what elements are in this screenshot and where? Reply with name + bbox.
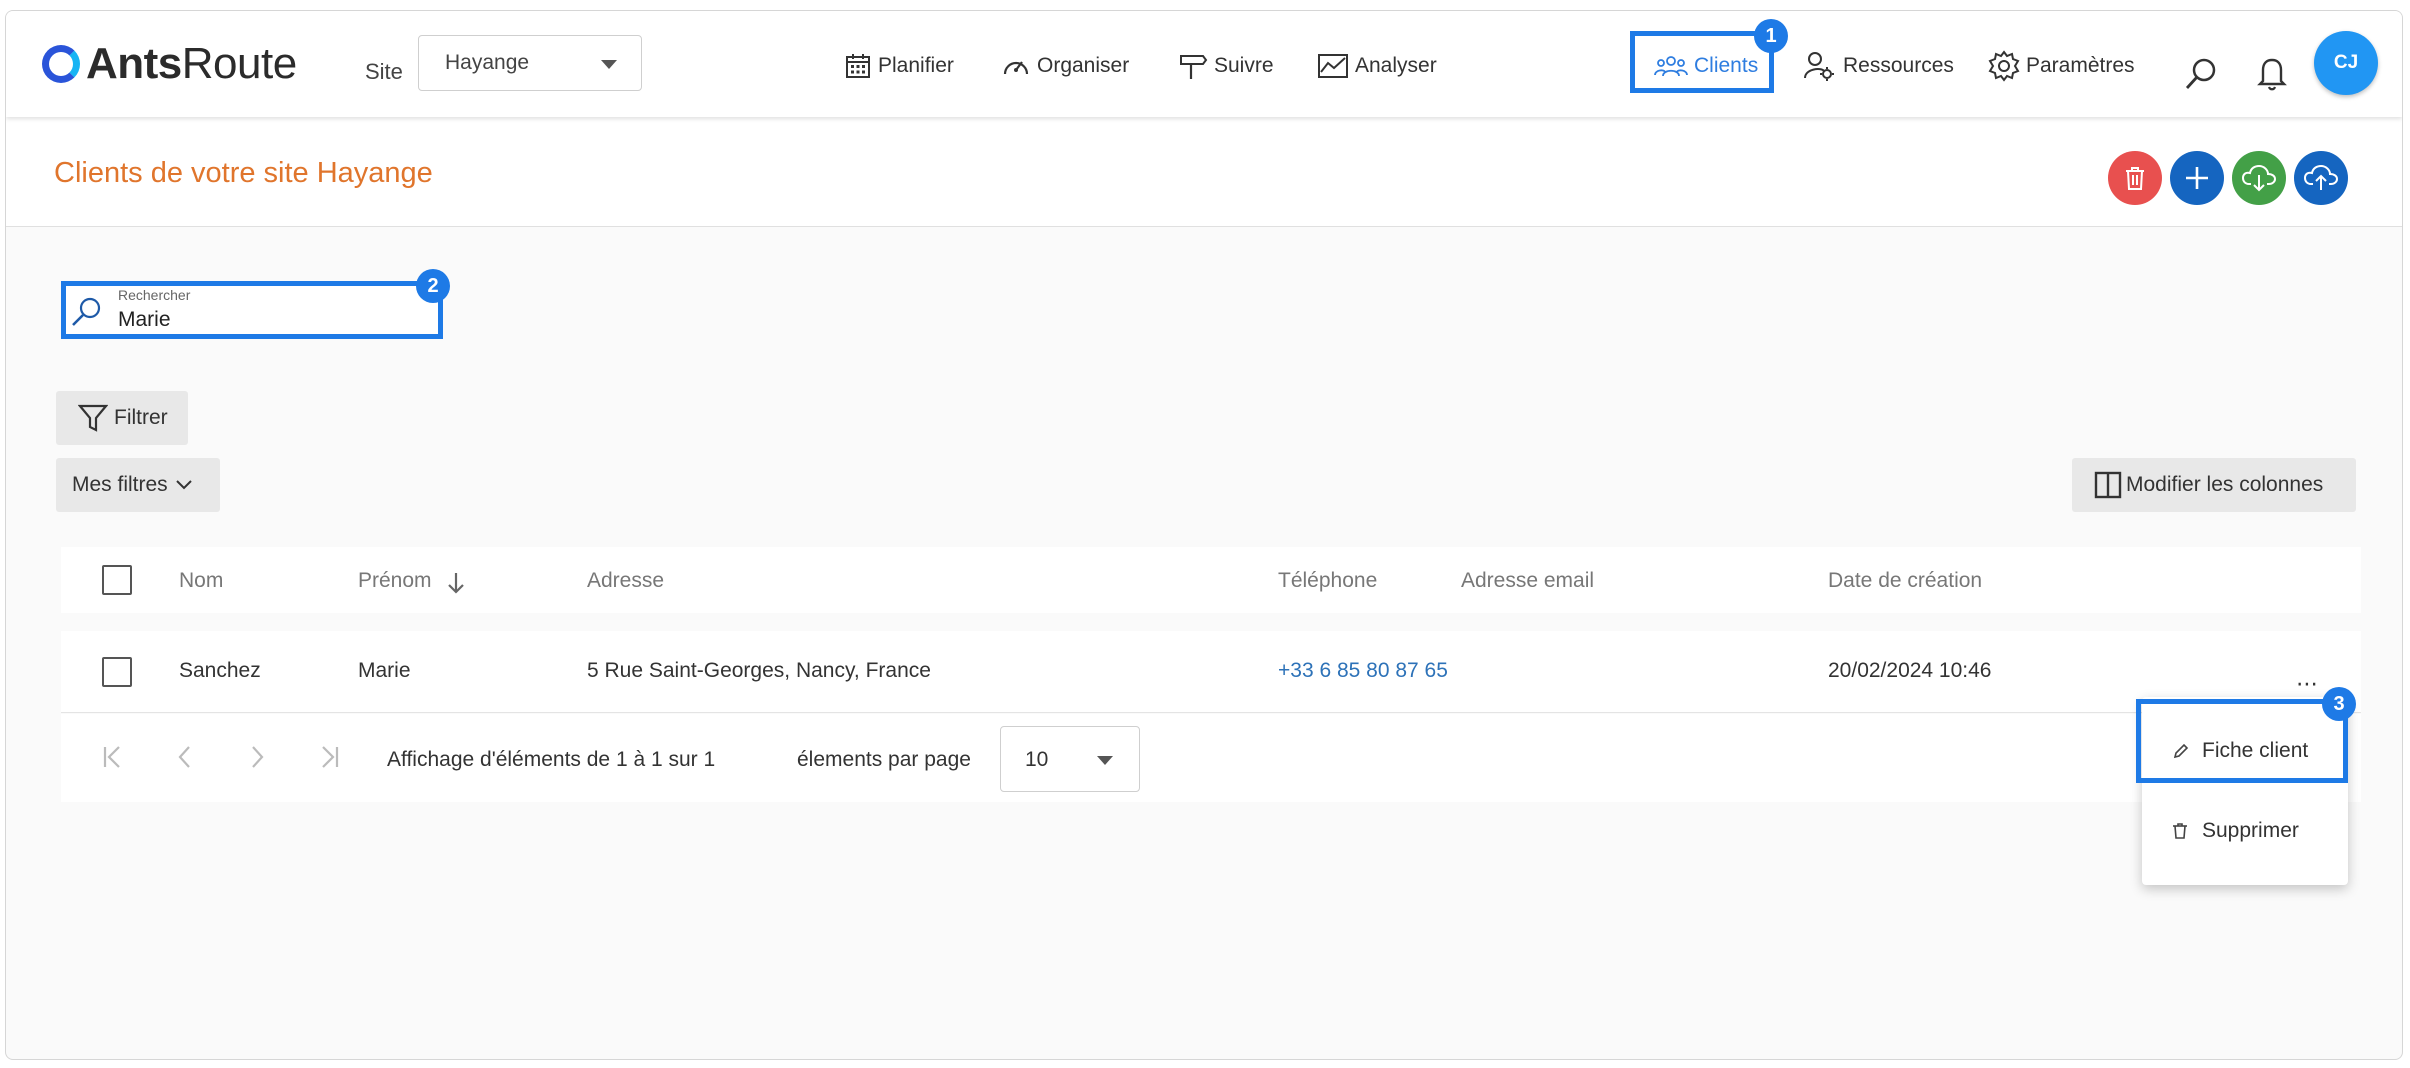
menu-item-supprimer-label: Supprimer — [2202, 819, 2299, 842]
filter-button[interactable]: Filtrer — [56, 391, 188, 445]
calendar-icon — [846, 54, 870, 78]
nav-suivre-label: Suivre — [1214, 54, 1274, 77]
column-header-nom[interactable]: Nom — [179, 569, 223, 593]
signpost-icon — [1180, 55, 1208, 79]
nav-parametres-label: Paramètres — [2026, 54, 2135, 77]
site-label: Site — [365, 59, 403, 84]
row-checkbox[interactable] — [102, 657, 132, 687]
my-filters-button[interactable]: Mes filtres — [56, 458, 220, 512]
add-client-button[interactable] — [2170, 151, 2224, 205]
bell-icon[interactable] — [2257, 55, 2287, 91]
pagination-bar: Affichage d'éléments de 1 à 1 sur 1 élem… — [61, 714, 2361, 802]
trash-icon — [2173, 823, 2187, 839]
cell-adresse: 5 Rue Saint-Georges, Nancy, France — [587, 659, 931, 682]
first-page-icon[interactable] — [99, 744, 127, 770]
arrow-down-icon[interactable] — [446, 571, 466, 595]
top-navbar: AntsRoute Site Hayange Planifier Organis… — [6, 11, 2402, 117]
cell-telephone[interactable]: +33 6 85 80 87 65 — [1278, 659, 1448, 683]
gear-icon — [1988, 50, 2020, 82]
previous-page-icon[interactable] — [175, 744, 195, 770]
search-icon — [72, 297, 101, 326]
highlight-fiche-client — [2136, 699, 2348, 783]
search-field[interactable]: Rechercher Marie — [61, 281, 443, 339]
chart-line-icon — [1318, 54, 1348, 78]
my-filters-label: Mes filtres — [72, 473, 168, 496]
search-label: Rechercher — [118, 287, 191, 303]
logo-icon — [42, 45, 80, 83]
nav-organiser-label: Organiser — [1037, 54, 1130, 77]
user-gear-icon — [1804, 52, 1834, 81]
per-page-label: élements par page — [797, 748, 971, 771]
step-badge-3: 3 — [2322, 687, 2356, 721]
nav-analyser[interactable]: Analyser — [1317, 51, 1437, 81]
caret-down-icon — [601, 60, 617, 69]
chevron-down-icon — [175, 480, 192, 490]
column-header-telephone[interactable]: Téléphone — [1278, 569, 1377, 593]
logo-light: Route — [181, 39, 297, 88]
columns-icon — [2094, 471, 2122, 499]
search-icon[interactable] — [2184, 57, 2218, 91]
site-select[interactable]: Hayange — [418, 35, 642, 91]
select-all-checkbox[interactable] — [102, 565, 132, 595]
funnel-icon — [78, 404, 108, 432]
nav-planifier-label: Planifier — [878, 54, 954, 77]
logo[interactable]: AntsRoute — [42, 39, 297, 89]
next-page-icon[interactable] — [247, 744, 267, 770]
gauge-icon — [1003, 61, 1029, 75]
step-badge-2: 2 — [416, 269, 450, 303]
column-header-email[interactable]: Adresse email — [1461, 569, 1594, 593]
menu-item-supprimer[interactable]: Supprimer — [2142, 793, 2348, 869]
cell-nom: Sanchez — [179, 659, 261, 682]
edit-columns-label: Modifier les colonnes — [2126, 473, 2324, 496]
per-page-select[interactable]: 10 — [1000, 726, 1140, 792]
cloud-upload-icon — [2304, 164, 2338, 190]
export-button[interactable] — [2294, 151, 2348, 205]
app-window: AntsRoute Site Hayange Planifier Organis… — [5, 10, 2403, 1060]
cell-date: 20/02/2024 10:46 — [1828, 659, 1992, 682]
highlight-clients — [1630, 31, 1774, 93]
page-title: Clients de votre site Hayange — [54, 157, 433, 189]
table-row[interactable]: Sanchez Marie 5 Rue Saint-Georges, Nancy… — [61, 631, 2361, 713]
last-page-icon[interactable] — [315, 744, 343, 770]
delete-button[interactable] — [2108, 151, 2162, 205]
nav-organiser[interactable]: Organiser — [1001, 51, 1129, 81]
page-header: Clients de votre site Hayange — [6, 117, 2402, 227]
table-header: Nom Prénom Adresse Téléphone Adresse ema… — [61, 547, 2361, 613]
step-badge-1: 1 — [1754, 19, 1788, 53]
edit-columns-button[interactable]: Modifier les colonnes — [2072, 458, 2356, 512]
import-button[interactable] — [2232, 151, 2286, 205]
column-header-prenom[interactable]: Prénom — [358, 569, 432, 593]
nav-parametres[interactable]: Paramètres — [1988, 50, 2135, 82]
nav-suivre[interactable]: Suivre — [1178, 51, 1274, 81]
trash-icon — [2126, 167, 2144, 190]
plus-icon — [2186, 167, 2208, 189]
per-page-value: 10 — [1025, 748, 1049, 771]
cell-prenom: Marie — [358, 659, 411, 682]
caret-down-icon — [1097, 756, 1113, 765]
column-header-adresse[interactable]: Adresse — [587, 569, 664, 593]
column-header-date[interactable]: Date de création — [1828, 569, 1982, 593]
nav-planifier[interactable]: Planifier — [844, 51, 954, 81]
more-actions-icon[interactable]: ⋯ — [2296, 671, 2320, 697]
pagination-summary: Affichage d'éléments de 1 à 1 sur 1 — [387, 748, 716, 771]
cloud-download-icon — [2242, 164, 2276, 192]
search-input[interactable]: Marie — [118, 308, 171, 332]
nav-ressources[interactable]: Ressources — [1803, 51, 1954, 81]
nav-analyser-label: Analyser — [1355, 54, 1437, 77]
user-avatar[interactable]: CJ — [2314, 31, 2378, 95]
nav-ressources-label: Ressources — [1843, 54, 1954, 77]
site-select-value: Hayange — [445, 51, 530, 74]
logo-bold: Ants — [86, 39, 182, 88]
filter-label: Filtrer — [114, 406, 168, 429]
